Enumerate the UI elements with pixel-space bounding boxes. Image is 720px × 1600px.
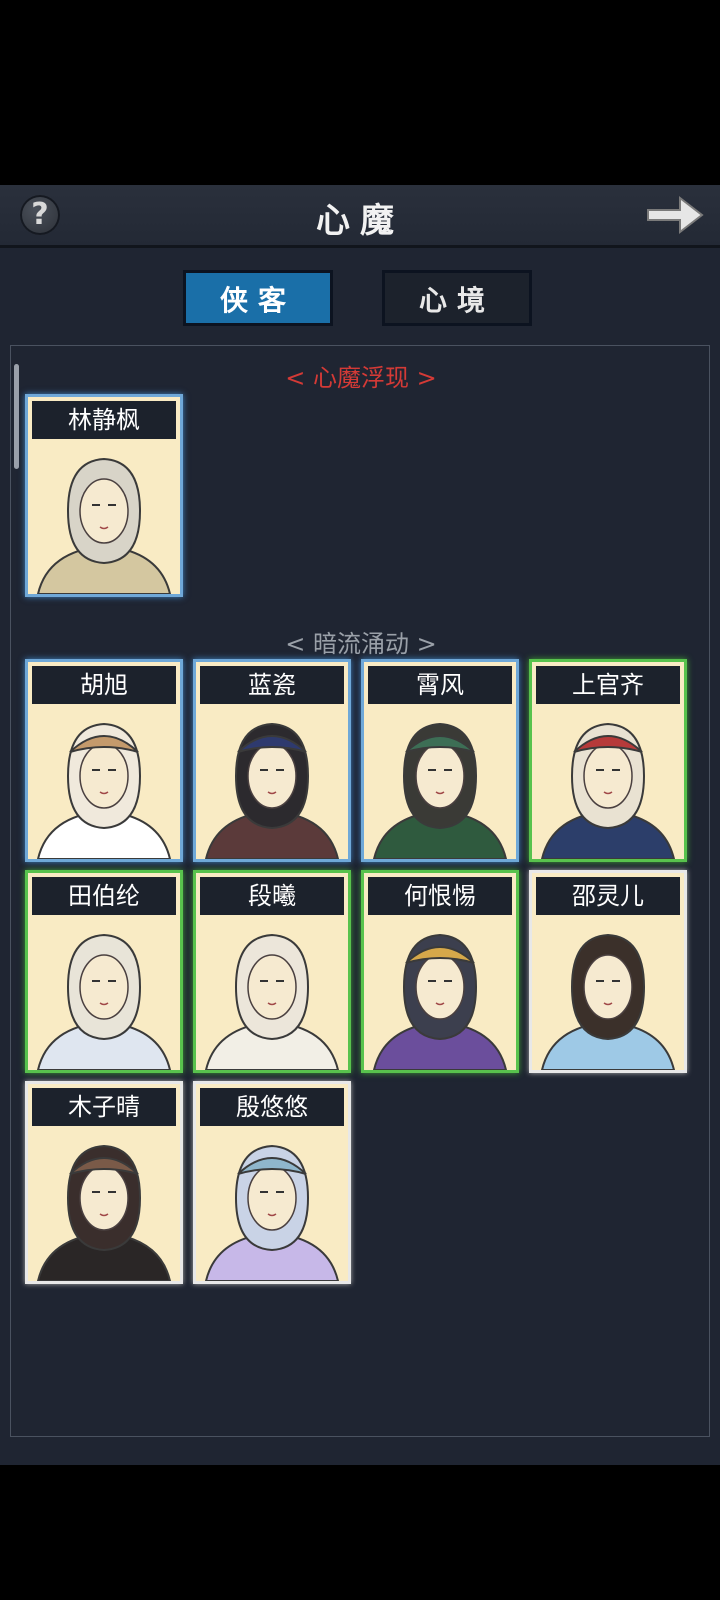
hero-portrait xyxy=(204,722,340,859)
hero-card[interactable]: 田伯纶 xyxy=(25,870,183,1073)
hero-portrait xyxy=(372,933,508,1070)
hero-list[interactable]: < 心魔浮现 > < 暗流涌动 > 林静枫胡旭 蓝瓷 霄风 上官齐田伯纶 段曦 何恨惕 邵灵… xyxy=(10,345,710,1437)
hero-name: 田伯纶 xyxy=(32,877,176,915)
hero-portrait xyxy=(204,1144,340,1281)
hero-card[interactable]: 殷悠悠 xyxy=(193,1081,351,1284)
hero-name: 霄风 xyxy=(368,666,512,704)
heart-demon-panel: ? 心魔 侠客 心境 < 心魔浮现 > < 暗流涌动 > 林静枫胡旭 蓝瓷 霄风 上官… xyxy=(0,185,720,1465)
hero-portrait xyxy=(36,933,172,1070)
hero-name: 邵灵儿 xyxy=(536,877,680,915)
section-title-undercurrent: < 暗流涌动 > xyxy=(285,630,437,658)
hero-portrait xyxy=(36,457,172,594)
page-title: 心魔 xyxy=(316,201,404,241)
arrow-right-icon[interactable] xyxy=(644,193,706,237)
hero-portrait xyxy=(372,722,508,859)
section-title-emerging: < 心魔浮现 > xyxy=(285,364,437,392)
hero-name: 上官齐 xyxy=(536,666,680,704)
hero-card[interactable]: 上官齐 xyxy=(529,659,687,862)
hero-card[interactable]: 段曦 xyxy=(193,870,351,1073)
hero-card[interactable]: 邵灵儿 xyxy=(529,870,687,1073)
hero-name: 木子晴 xyxy=(32,1088,176,1126)
hero-card[interactable]: 木子晴 xyxy=(25,1081,183,1284)
hero-name: 胡旭 xyxy=(32,666,176,704)
tab-heroes[interactable]: 侠客 xyxy=(183,270,333,326)
header-bar: ? 心魔 xyxy=(0,185,720,248)
hero-card[interactable]: 霄风 xyxy=(361,659,519,862)
hero-name: 段曦 xyxy=(200,877,344,915)
hero-card[interactable]: 何恨惕 xyxy=(361,870,519,1073)
hero-card[interactable]: 蓝瓷 xyxy=(193,659,351,862)
hero-portrait xyxy=(36,1144,172,1281)
hero-portrait xyxy=(540,933,676,1070)
hero-name: 何恨惕 xyxy=(368,877,512,915)
hero-card[interactable]: 胡旭 xyxy=(25,659,183,862)
hero-name: 殷悠悠 xyxy=(200,1088,344,1126)
hero-card[interactable]: 林静枫 xyxy=(25,394,183,597)
hero-portrait xyxy=(540,722,676,859)
hero-name: 蓝瓷 xyxy=(200,666,344,704)
hero-name: 林静枫 xyxy=(32,401,176,439)
tab-mindstate[interactable]: 心境 xyxy=(382,270,532,326)
tab-bar: 侠客 心境 xyxy=(0,270,720,330)
hero-portrait xyxy=(36,722,172,859)
hero-portrait xyxy=(204,933,340,1070)
